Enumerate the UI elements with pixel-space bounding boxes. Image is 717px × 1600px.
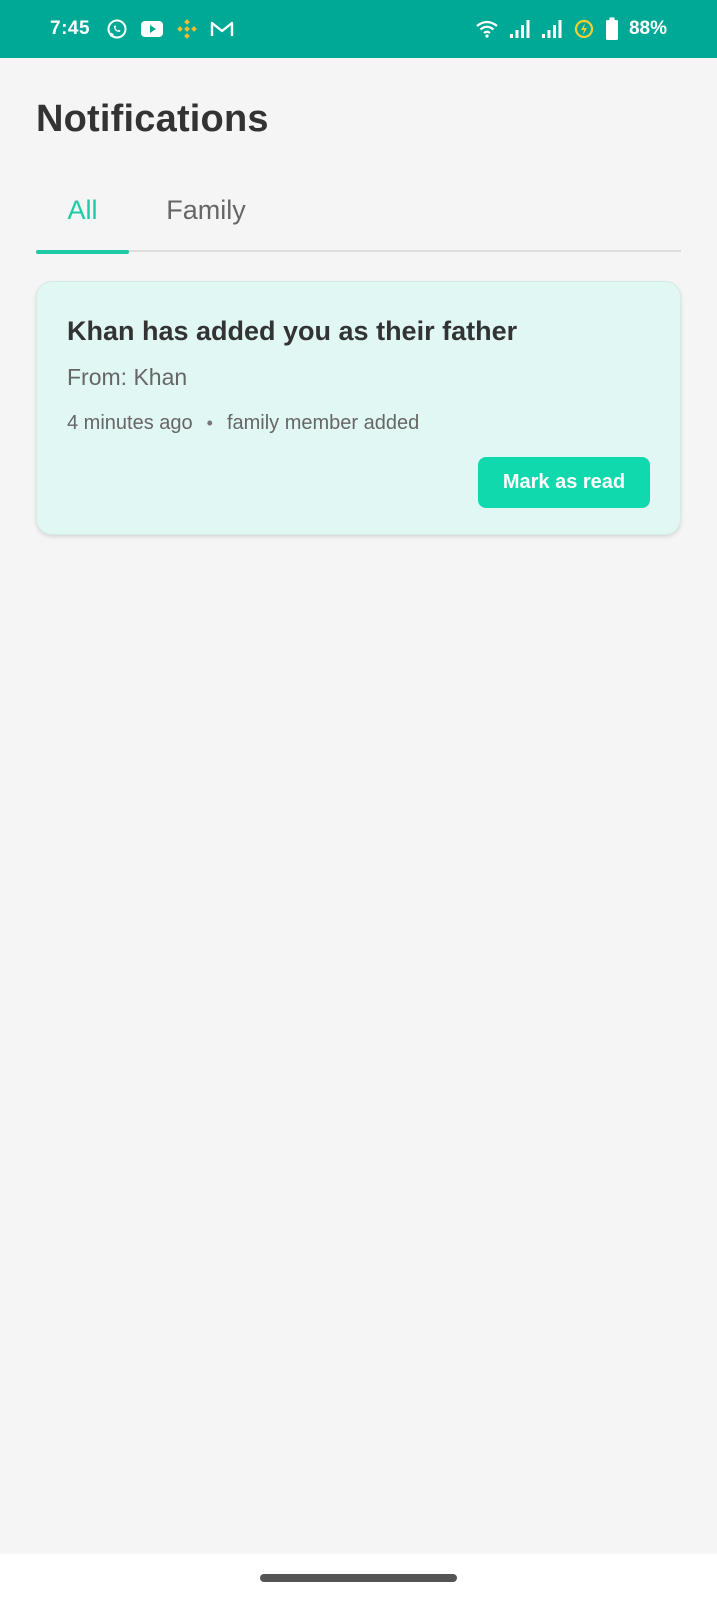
wifi-icon [475, 19, 499, 39]
tab-family[interactable]: Family [154, 190, 258, 252]
notification-meta: 4 minutes ago • family member added [67, 412, 419, 435]
home-indicator[interactable] [260, 1574, 457, 1582]
notification-sender: From: Khan [67, 364, 188, 390]
gmail-icon [210, 19, 234, 39]
tab-selected-indicator [36, 250, 129, 254]
tab-family-label: Family [166, 195, 246, 225]
whatsapp-icon [106, 18, 128, 40]
signal-icon [509, 19, 531, 39]
tab-all-label: All [67, 195, 98, 225]
notification-type: family member added [226, 412, 420, 434]
signal-icon [541, 19, 563, 39]
meta-separator: • [206, 413, 213, 433]
tab-all[interactable]: All [36, 190, 129, 254]
notification-card[interactable]: Khan has added you as their father From:… [36, 281, 681, 535]
notification-time: 4 minutes ago [67, 412, 193, 434]
status-time: 7:45 [50, 18, 91, 39]
notification-title: Khan has added you as their father [67, 316, 518, 346]
battery-percent: 88% [628, 18, 667, 39]
notification-tabs: All Family [36, 190, 681, 254]
status-bar: 7:45 88% [0, 0, 717, 58]
page-title: Notifications [36, 98, 269, 140]
status-bar-right: 88% [475, 17, 667, 41]
status-bar-left: 7:45 [50, 18, 475, 40]
battery-icon [605, 17, 619, 41]
mark-as-read-button[interactable]: Mark as read [478, 457, 650, 508]
navigation-bar [0, 1554, 717, 1600]
youtube-icon [140, 20, 164, 38]
binance-icon [176, 18, 198, 40]
battery-saver-icon [573, 18, 595, 40]
